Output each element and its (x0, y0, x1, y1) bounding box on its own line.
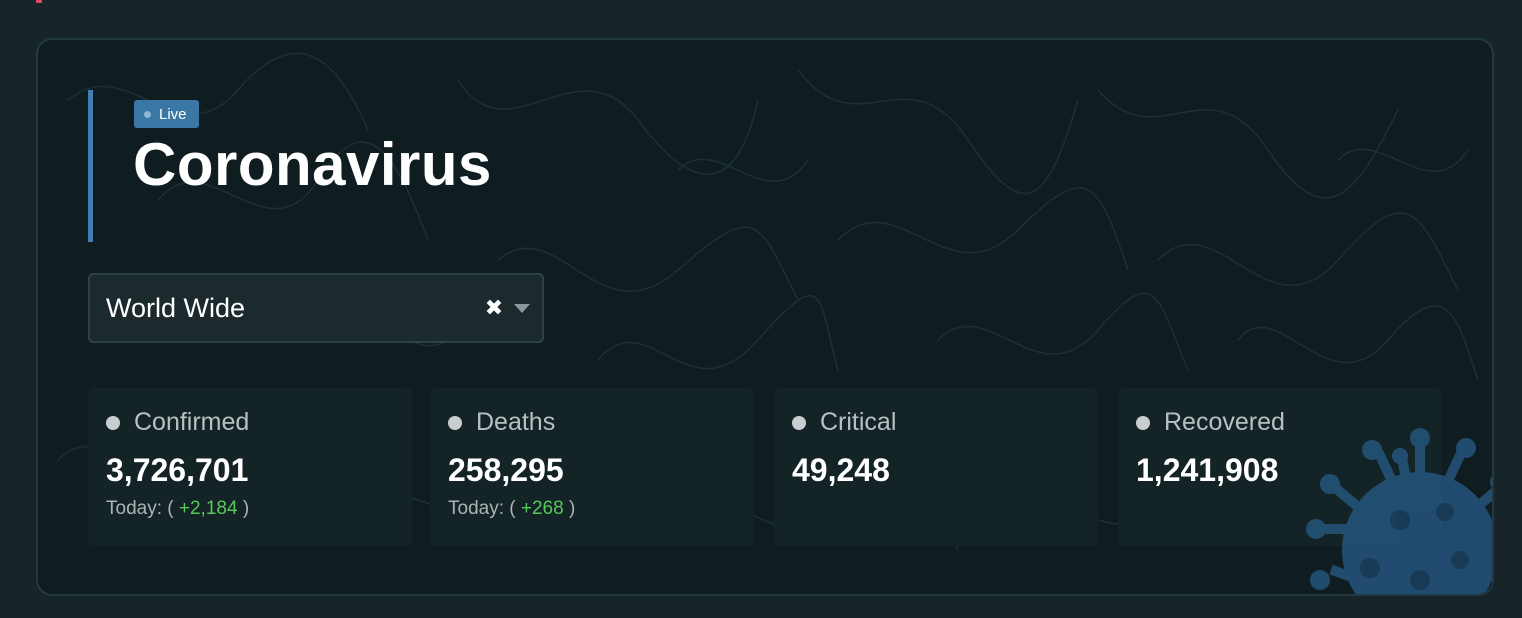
stat-value: 1,241,908 (1136, 452, 1279, 488)
stat-dot-icon (448, 416, 462, 430)
stat-today-prefix: Today: ( (448, 498, 516, 519)
stat-value: 3,726,701 (106, 452, 249, 488)
stat-value: 49,248 (792, 452, 890, 488)
top-accent-mark (36, 0, 42, 3)
stat-label: Confirmed (134, 408, 250, 436)
title-block: Live Coronavirus (88, 90, 491, 242)
stats-panel: Live Coronavirus World Wide ✖ Confirmed … (36, 38, 1494, 596)
page-title: Coronavirus (133, 131, 492, 198)
stats-row: Confirmed 3,726,701 Today: ( +2,184 ) De… (88, 388, 1448, 548)
stat-value: 258,295 (448, 452, 564, 488)
stat-today-prefix: Today: ( (106, 498, 174, 519)
live-indicator-dot (144, 110, 151, 118)
chevron-down-icon[interactable] (514, 304, 530, 313)
stat-card-deaths: Deaths 258,295 Today: ( +268 ) (430, 388, 754, 546)
live-badge-label: Live (159, 105, 187, 123)
stat-label: Deaths (476, 408, 556, 436)
virus-icon (1306, 428, 1492, 594)
stat-card-confirmed: Confirmed 3,726,701 Today: ( +2,184 ) (88, 388, 412, 546)
stat-today-suffix: ) (568, 498, 576, 519)
stat-dot-icon (1136, 416, 1150, 430)
stat-dot-icon (792, 416, 806, 430)
country-select-value: World Wide (106, 293, 246, 323)
stat-card-critical: Critical 49,248 (774, 388, 1098, 546)
stat-dot-icon (106, 416, 120, 430)
stat-today-delta: +268 (520, 498, 564, 519)
stat-today: Today: ( +2,184 ) (106, 498, 249, 520)
clear-icon[interactable]: ✖ (484, 293, 504, 323)
stat-today-suffix: ) (242, 498, 250, 519)
stat-label: Critical (820, 408, 897, 436)
stat-today-delta: +2,184 (178, 498, 238, 519)
country-select[interactable]: World Wide ✖ (88, 273, 544, 343)
stat-label: Recovered (1164, 408, 1285, 436)
stat-today: Today: ( +268 ) (448, 498, 575, 520)
live-badge: Live (134, 100, 199, 128)
